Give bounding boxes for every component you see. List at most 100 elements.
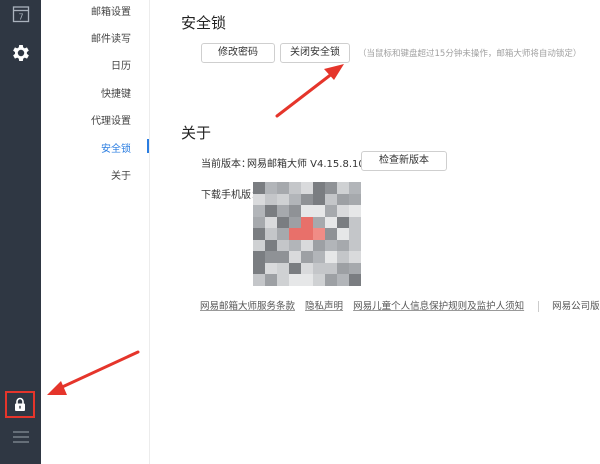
footer-links: 网易邮箱大师服务条款 隐私声明 网易儿童个人信息保护规则及监护人须知 网易公司版…	[200, 298, 600, 312]
qr-cell	[253, 205, 265, 217]
qr-cell	[265, 262, 277, 274]
qr-cell	[277, 216, 289, 228]
qr-cell	[337, 216, 349, 228]
settings-content: 安全锁 修改密码 关闭安全锁 （当鼠标和键盘超过15分钟未操作，邮箱大师将自动锁…	[150, 0, 600, 464]
nav-item-mailbox-settings[interactable]: 邮箱设置	[91, 3, 131, 18]
qr-cell	[301, 262, 313, 274]
qr-cell	[265, 251, 277, 263]
qr-cell	[337, 205, 349, 217]
nav-item-shortcuts[interactable]: 快捷键	[101, 85, 131, 100]
qr-cell	[349, 182, 361, 194]
qr-cell	[253, 251, 265, 263]
qr-cell	[349, 251, 361, 263]
qr-cell	[277, 228, 289, 240]
qr-cell	[325, 205, 337, 217]
qr-cell	[325, 251, 337, 263]
qr-cell	[265, 193, 277, 205]
qr-cell	[301, 274, 313, 286]
qr-cell	[301, 228, 313, 240]
qr-cell	[289, 262, 301, 274]
qr-cell	[253, 262, 265, 274]
qr-cell	[289, 193, 301, 205]
disable-lock-button[interactable]: 关闭安全锁	[280, 43, 350, 63]
qr-cell	[337, 228, 349, 240]
qr-cell	[349, 216, 361, 228]
version-value: 网易邮箱大师 V4.15.8.1002	[247, 159, 378, 170]
about-title: 关于	[181, 124, 212, 142]
qr-cell	[289, 239, 301, 251]
active-nav-marker	[147, 139, 149, 153]
qr-cell	[289, 205, 301, 217]
qr-cell	[301, 193, 313, 205]
qr-cell	[253, 182, 265, 194]
nav-item-security-lock[interactable]: 安全锁	[101, 140, 131, 155]
calendar-icon[interactable]: 7	[12, 5, 30, 23]
gear-icon[interactable]	[10, 42, 32, 64]
qr-cell	[337, 239, 349, 251]
qr-cell	[253, 274, 265, 286]
qr-cell	[313, 228, 325, 240]
footer-link-child-protection[interactable]: 网易儿童个人信息保护规则及监护人须知	[353, 301, 524, 312]
footer-link-terms[interactable]: 网易邮箱大师服务条款	[200, 301, 295, 312]
qr-cell	[325, 216, 337, 228]
auto-lock-hint: （当鼠标和键盘超过15分钟未操作，邮箱大师将自动锁定）	[358, 49, 582, 59]
qr-cell	[265, 239, 277, 251]
qr-cell	[265, 228, 277, 240]
mobile-download-label: 下载手机版：	[201, 190, 261, 201]
qr-cell	[337, 251, 349, 263]
qr-cell	[325, 182, 337, 194]
qr-cell	[301, 216, 313, 228]
qr-cell	[289, 182, 301, 194]
qr-cell	[289, 216, 301, 228]
qr-cell	[337, 274, 349, 286]
qr-cell	[325, 262, 337, 274]
qr-cell	[301, 239, 313, 251]
footer-divider	[538, 301, 540, 312]
nav-item-proxy-settings[interactable]: 代理设置	[91, 112, 131, 127]
footer-link-privacy[interactable]: 隐私声明	[305, 301, 343, 312]
qr-cell	[337, 193, 349, 205]
qr-cell	[289, 251, 301, 263]
lock-button[interactable]	[5, 391, 35, 418]
qr-cell	[301, 205, 313, 217]
change-password-button[interactable]: 修改密码	[201, 43, 275, 63]
qr-cell	[277, 182, 289, 194]
qr-cell	[325, 239, 337, 251]
qr-cell	[265, 182, 277, 194]
qr-cell	[337, 262, 349, 274]
security-lock-title: 安全锁	[181, 14, 227, 32]
qr-cell	[253, 216, 265, 228]
nav-item-calendar[interactable]: 日历	[111, 57, 131, 72]
qr-cell	[253, 239, 265, 251]
qr-cell	[325, 193, 337, 205]
qr-cell	[265, 205, 277, 217]
qr-cell	[349, 274, 361, 286]
qr-cell	[313, 216, 325, 228]
qr-cell	[277, 193, 289, 205]
qr-cell	[301, 182, 313, 194]
qr-cell	[277, 205, 289, 217]
download-qr-code	[253, 182, 361, 286]
settings-nav: 邮箱设置 邮件读写 日历 快捷键 代理设置 安全锁 关于	[41, 0, 150, 464]
qr-cell	[313, 193, 325, 205]
qr-cell	[349, 193, 361, 205]
nav-item-about[interactable]: 关于	[111, 167, 131, 182]
qr-cell	[265, 216, 277, 228]
qr-cell	[289, 274, 301, 286]
qr-cell	[277, 262, 289, 274]
qr-cell	[349, 239, 361, 251]
check-update-button[interactable]: 检查新版本	[361, 151, 447, 171]
menu-icon[interactable]	[12, 430, 30, 444]
app-sidebar: 7	[0, 0, 41, 464]
qr-cell	[313, 239, 325, 251]
qr-cell	[313, 274, 325, 286]
qr-cell	[337, 182, 349, 194]
copyright-text: 网易公司版权所	[552, 301, 600, 312]
qr-cell	[325, 228, 337, 240]
nav-item-mail-read-write[interactable]: 邮件读写	[91, 30, 131, 45]
qr-cell	[349, 205, 361, 217]
qr-cell	[325, 274, 337, 286]
qr-cell	[277, 251, 289, 263]
qr-cell	[265, 274, 277, 286]
qr-cell	[277, 239, 289, 251]
